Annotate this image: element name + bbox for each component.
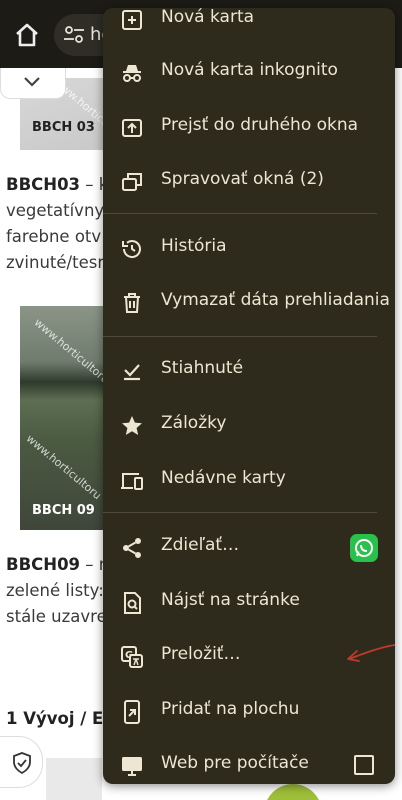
menu-item-manage-windows[interactable]: Spravovať okná (2) — [103, 155, 395, 209]
watermark: www.horticultoru — [23, 432, 104, 503]
desktop-icon — [122, 757, 142, 776]
overflow-menu: Nová karta Nová karta inkognito Prejsť d… — [103, 8, 395, 784]
manage-windows-icon — [122, 173, 142, 191]
bbch09-image[interactable]: www.horticultoru www.horticultoru BBCH 0… — [20, 306, 112, 530]
paragraph-bold: BBCH03 — [6, 175, 81, 194]
home-icon[interactable] — [12, 20, 42, 50]
menu-divider — [103, 512, 377, 513]
collapse-toolbar-button[interactable] — [0, 68, 66, 99]
image-caption: BBCH 03 — [32, 120, 95, 135]
annotation-arrow-icon — [347, 644, 395, 662]
content-image-fragment — [264, 784, 322, 800]
menu-item-new-tab[interactable]: Nová karta — [103, 8, 395, 47]
chevron-down-icon — [24, 77, 40, 87]
menu-item-move-to-other-window[interactable]: Prejsť do druhého okna — [103, 101, 395, 155]
download-check-icon — [124, 364, 140, 381]
add-to-home-icon — [124, 700, 140, 724]
whatsapp-icon — [355, 539, 373, 557]
menu-item-incognito[interactable]: Nová karta inkognito — [103, 46, 395, 100]
incognito-icon — [123, 65, 141, 82]
star-icon — [122, 416, 142, 435]
menu-item-bookmarks[interactable]: Záložky — [103, 399, 395, 453]
menu-item-find-in-page[interactable]: Nájsť na stránke — [103, 576, 395, 630]
shield-check-icon — [13, 752, 31, 774]
paragraph-bbch09: BBCH09 – n zelené listy: stále uzavre — [6, 555, 110, 626]
desktop-site-checkbox[interactable] — [354, 755, 374, 775]
new-tab-icon — [122, 10, 142, 30]
translate-icon: G — [121, 646, 143, 668]
menu-item-downloads[interactable]: Stiahnuté — [103, 344, 395, 398]
security-shield-button[interactable] — [0, 736, 43, 788]
menu-divider — [103, 336, 377, 337]
menu-item-share[interactable]: Zdieľať… — [103, 521, 395, 575]
trash-icon — [124, 293, 140, 313]
menu-item-add-to-home[interactable]: Pridať na plochu — [103, 685, 395, 739]
image-caption: BBCH 09 — [32, 503, 95, 518]
menu-item-history[interactable]: História — [103, 222, 395, 276]
history-icon — [122, 240, 141, 258]
menu-divider — [103, 213, 377, 214]
watermark: www.horticultoru — [31, 316, 112, 387]
menu-item-clear-browsing-data[interactable]: Vymazať dáta prehliadania — [103, 276, 395, 330]
whatsapp-share-button[interactable] — [350, 534, 378, 562]
menu-item-recent-tabs[interactable]: Nedávne karty — [103, 454, 395, 508]
move-window-icon — [122, 119, 142, 137]
find-in-page-icon — [124, 592, 141, 614]
paragraph-bbch03: BBCH03 – k vegetatívny farebne otv zvinu… — [6, 175, 109, 272]
site-settings-icon[interactable] — [64, 26, 84, 44]
paragraph-bold: BBCH09 — [6, 555, 81, 574]
section-heading: 1 Vývoj / Ev — [6, 709, 115, 728]
devices-icon — [121, 473, 143, 490]
menu-item-desktop-site[interactable]: Web pre počítače — [103, 739, 395, 784]
content-image[interactable] — [46, 758, 102, 800]
share-icon — [123, 538, 141, 558]
